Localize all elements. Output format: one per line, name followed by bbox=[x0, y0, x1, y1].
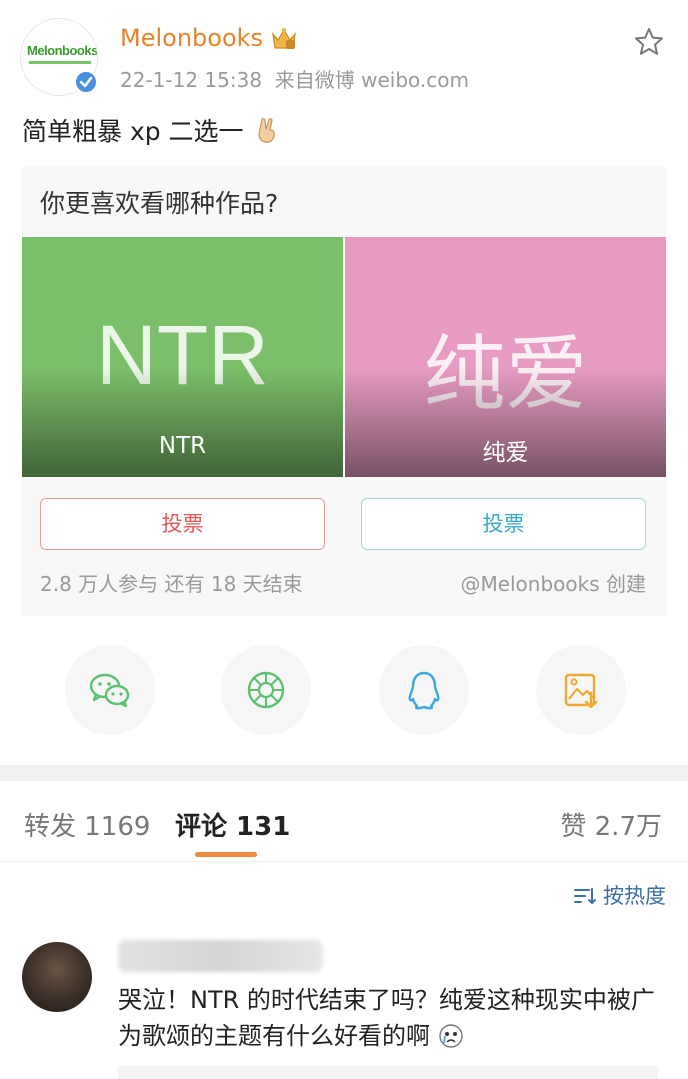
poll-question: 你更喜欢看哪种作品? bbox=[40, 189, 279, 218]
share-moments-button[interactable] bbox=[221, 645, 311, 735]
save-image-icon bbox=[564, 673, 598, 709]
victory-hand-emoji-icon bbox=[257, 118, 275, 143]
poll-creator-link[interactable]: @Melonbooks 创建 bbox=[460, 568, 646, 597]
section-divider bbox=[0, 765, 688, 781]
tab-reposts[interactable]: 转发 1169 bbox=[24, 806, 150, 843]
comment-text: 哭泣！NTR 的时代结束了吗？纯爱这种现实中被广为歌颂的主题有什么好看的啊 bbox=[118, 982, 668, 1054]
post-meta: 22-1-12 15:38 来自微博 weibo.com bbox=[120, 64, 469, 93]
post-body-text: 简单粗暴 xp 二选一 bbox=[22, 117, 244, 146]
share-qq-button[interactable] bbox=[379, 645, 469, 735]
avatar-logo-stripe bbox=[29, 61, 91, 64]
tab-comments[interactable]: 评论 131 bbox=[175, 806, 290, 843]
post-timestamp: 22-1-12 15:38 bbox=[120, 68, 263, 92]
sort-label: 按热度 bbox=[603, 884, 666, 908]
crying-face-emoji-icon bbox=[438, 1024, 463, 1048]
poll-option-pure-love[interactable]: 纯爱 纯爱 bbox=[345, 237, 666, 477]
poll-option-label: NTR bbox=[158, 433, 207, 459]
poll-option-shade bbox=[22, 367, 343, 477]
next-comment-preview bbox=[118, 1066, 658, 1079]
sort-by-popularity-button[interactable]: 按热度 bbox=[573, 880, 666, 910]
vote-button-pure-love[interactable]: 投票 bbox=[361, 498, 646, 550]
post-header: Melonbooks Melonbooks 22-1-12 15:38 来自微博… bbox=[0, 0, 688, 105]
member-crown-icon bbox=[272, 27, 296, 49]
post-source: 来自微博 weibo.com bbox=[274, 68, 470, 92]
poll-stats: 2.8 万人参与 还有 18 天结束 bbox=[40, 572, 303, 596]
share-row bbox=[0, 645, 688, 735]
poll-card: 你更喜欢看哪种作品? NTR NTR 纯爱 纯爱 投票 投票 2.8 万人参与 … bbox=[22, 166, 666, 616]
poll-option-ntr[interactable]: NTR NTR bbox=[22, 237, 343, 477]
verified-badge-icon bbox=[74, 70, 98, 94]
comment-item: 哭泣！NTR 的时代结束了吗？纯爱这种现实中被广为歌颂的主题有什么好看的啊 bbox=[0, 930, 688, 1079]
share-wechat-button[interactable] bbox=[65, 645, 155, 735]
engagement-tabs: 转发 1169 评论 131 赞 2.7万 bbox=[0, 782, 688, 862]
active-tab-indicator bbox=[195, 852, 257, 857]
qq-icon bbox=[408, 671, 440, 710]
avatar-logo-text: Melonbooks bbox=[27, 43, 98, 58]
commenter-name-blurred bbox=[118, 940, 323, 972]
favorite-star-icon[interactable] bbox=[633, 26, 665, 58]
tab-likes[interactable]: 赞 2.7万 bbox=[560, 806, 662, 843]
comment-body: 哭泣！NTR 的时代结束了吗？纯爱这种现实中被广为歌颂的主题有什么好看的啊 bbox=[118, 986, 655, 1050]
poll-option-label: 纯爱 bbox=[482, 440, 529, 466]
post-body: 简单粗暴 xp 二选一 bbox=[22, 112, 282, 148]
author-username[interactable]: Melonbooks bbox=[120, 24, 263, 52]
vote-button-ntr[interactable]: 投票 bbox=[40, 498, 325, 550]
commenter-avatar[interactable] bbox=[22, 942, 92, 1012]
wechat-icon bbox=[89, 673, 130, 708]
sort-icon bbox=[574, 888, 596, 905]
moments-icon bbox=[247, 671, 285, 709]
save-image-button[interactable] bbox=[536, 645, 626, 735]
